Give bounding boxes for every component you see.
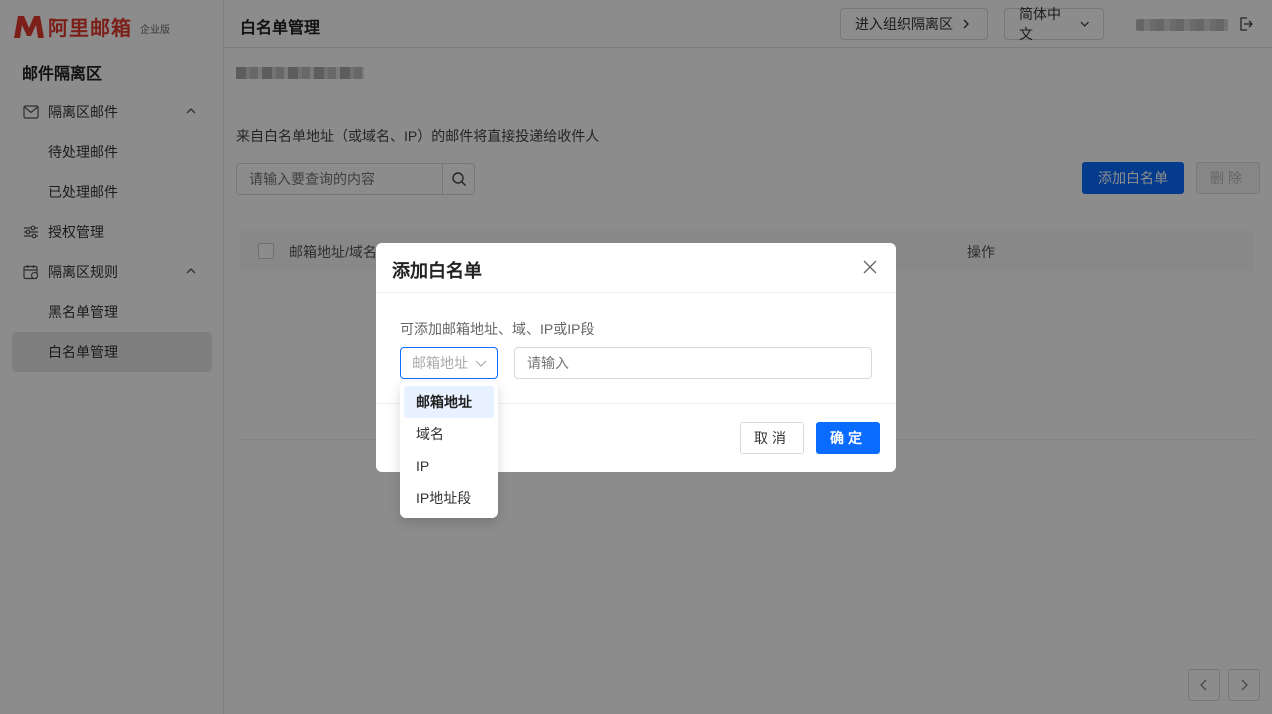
entry-type-dropdown: 邮箱地址 域名 IP IP地址段	[400, 382, 498, 518]
option-ip-range[interactable]: IP地址段	[404, 482, 494, 514]
option-domain[interactable]: 域名	[404, 418, 494, 450]
entry-type-select[interactable]: 邮箱地址	[400, 347, 498, 379]
dialog-title: 添加白名单	[392, 261, 482, 281]
dialog-hint: 可添加邮箱地址、域、IP或IP段	[400, 321, 595, 337]
close-icon[interactable]	[862, 259, 878, 275]
confirm-button[interactable]: 确定	[816, 422, 880, 454]
dialog-header: 添加白名单	[376, 243, 896, 293]
entry-value-input[interactable]	[515, 348, 871, 378]
entry-value-field	[514, 347, 872, 379]
cancel-button[interactable]: 取消	[740, 422, 804, 454]
entry-type-value: 邮箱地址	[412, 355, 468, 371]
option-email-address[interactable]: 邮箱地址	[404, 386, 494, 418]
option-ip[interactable]: IP	[404, 450, 494, 482]
chevron-down-icon	[475, 360, 487, 367]
